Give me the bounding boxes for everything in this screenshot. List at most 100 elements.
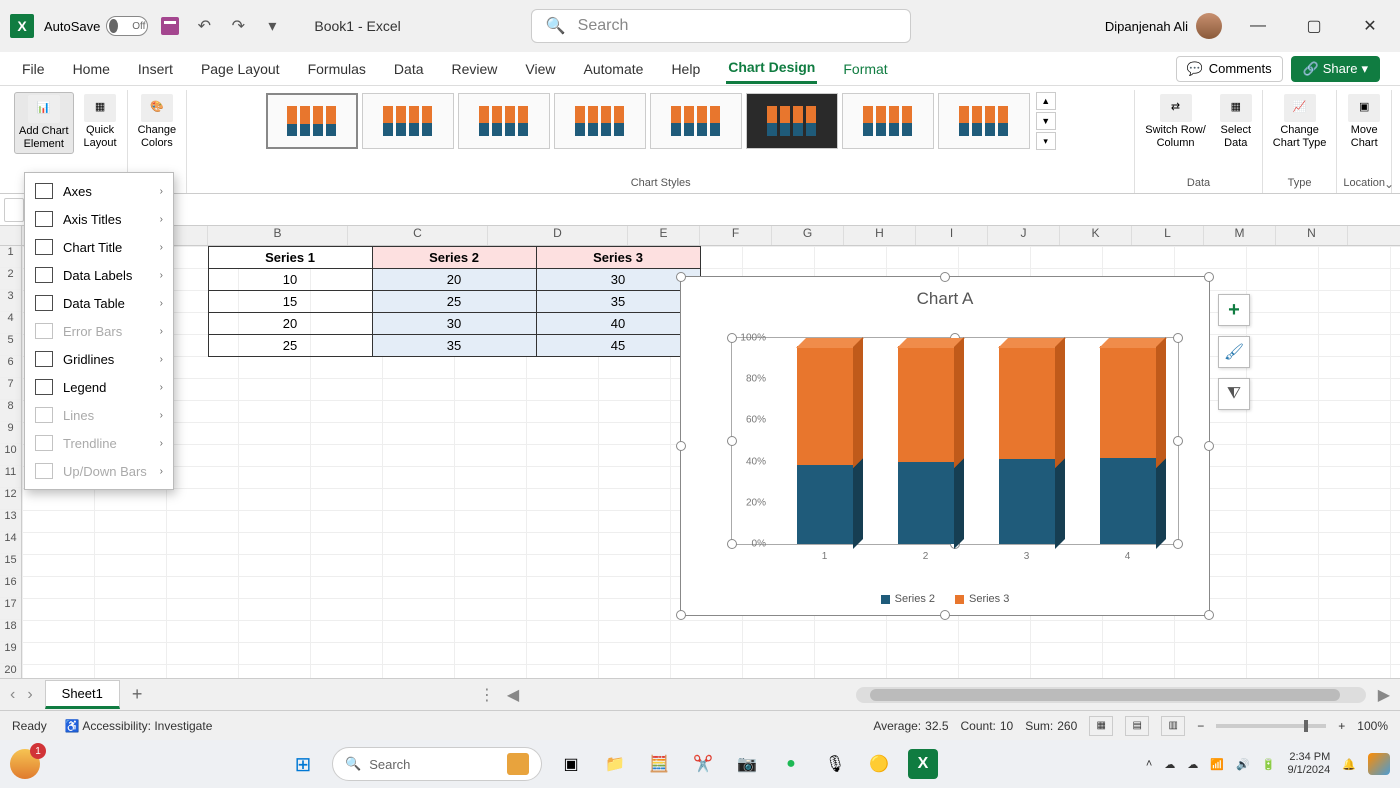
chart-legend[interactable]: Series 2 Series 3 [681,593,1209,605]
gallery-more-button[interactable]: ▾ [1036,132,1056,150]
tab-file[interactable]: File [20,55,47,83]
col-e[interactable]: E [628,226,700,245]
row-14[interactable]: 14 [0,532,21,554]
tab-page-layout[interactable]: Page Layout [199,55,282,83]
file-explorer-button[interactable]: 📁 [600,749,630,779]
sheet-next-button[interactable]: › [27,686,32,704]
bar-1[interactable]: 1 [797,346,853,544]
cell-d2[interactable]: 30 [536,269,700,291]
col-c[interactable]: C [348,226,488,245]
close-button[interactable]: ✕ [1350,11,1390,41]
col-m[interactable]: M [1204,226,1276,245]
tray-weather-icon[interactable]: ☁ [1187,758,1198,771]
row-16[interactable]: 16 [0,576,21,598]
chart-style-8[interactable] [938,93,1030,149]
tray-volume-icon[interactable]: 🔊 [1236,758,1250,771]
calculator-button[interactable]: 🧮 [644,749,674,779]
col-h[interactable]: H [844,226,916,245]
cell-d4[interactable]: 40 [536,313,700,335]
hscroll-left-button[interactable]: ◀ [507,685,519,705]
cell-b3[interactable]: 15 [208,291,372,313]
change-colors-button[interactable]: 🎨 Change Colors [134,92,181,152]
row-11[interactable]: 11 [0,466,21,488]
row-7[interactable]: 7 [0,378,21,400]
chart-elements-button[interactable]: + [1218,294,1250,326]
tab-home[interactable]: Home [71,55,112,83]
qat-customize-button[interactable]: ▾ [260,14,284,38]
hscroll-right-button[interactable]: ▶ [1378,685,1390,705]
handle-e[interactable] [1204,441,1214,451]
snipping-tool-button[interactable]: ✂️ [688,749,718,779]
tray-battery-icon[interactable]: 🔋 [1262,758,1276,771]
tab-insert[interactable]: Insert [136,55,175,83]
cell-b4[interactable]: 20 [208,313,372,335]
horizontal-scrollbar[interactable] [856,687,1366,703]
col-n[interactable]: N [1276,226,1348,245]
select-all-corner[interactable] [0,226,22,245]
toggle-switch[interactable]: Off [106,16,148,36]
taskbar-clock[interactable]: 2:34 PM 9/1/2024 [1287,751,1330,777]
row-18[interactable]: 18 [0,620,21,642]
menu-legend[interactable]: Legend› [25,373,173,401]
tray-chevron-icon[interactable]: ˄ [1146,758,1152,770]
cells-area[interactable]: Series 1 Series 2 Series 3 102030 152535… [22,246,1400,686]
row-9[interactable]: 9 [0,422,21,444]
zoom-in-button[interactable]: + [1338,719,1345,733]
cell-c2[interactable]: 20 [372,269,536,291]
accessibility-button[interactable]: ♿ Accessibility: Investigate [65,719,213,733]
menu-chart-title[interactable]: Chart Title› [25,233,173,261]
header-series1[interactable]: Series 1 [208,247,372,269]
tray-copilot-icon[interactable] [1368,753,1390,775]
chrome-button[interactable]: 🟡 [864,749,894,779]
menu-data-table[interactable]: Data Table› [25,289,173,317]
handle-s[interactable] [940,610,950,620]
save-button[interactable] [158,14,182,38]
col-k[interactable]: K [1060,226,1132,245]
handle-w[interactable] [676,441,686,451]
menu-gridlines[interactable]: Gridlines› [25,345,173,373]
gallery-down-button[interactable]: ▼ [1036,112,1056,130]
tab-review[interactable]: Review [450,55,500,83]
redo-button[interactable]: ↷ [226,14,250,38]
chart-style-6[interactable] [746,93,838,149]
tab-data[interactable]: Data [392,55,426,83]
tab-help[interactable]: Help [669,55,702,83]
worksheet-grid[interactable]: B C D E F G H I J K L M N 1 2 3 4 5 6 7 … [0,226,1400,678]
handle-ne[interactable] [1204,272,1214,282]
handle-nw[interactable] [676,272,686,282]
ribbon-collapse-button[interactable]: ⌄ [1384,177,1394,191]
menu-axes[interactable]: Axes› [25,177,173,205]
cell-b2[interactable]: 10 [208,269,372,291]
sheet-options-icon[interactable]: ⋮ [479,685,495,705]
start-button[interactable]: ⊞ [288,749,318,779]
taskbar-search[interactable]: 🔍Search [332,747,542,781]
cell-b5[interactable]: 25 [208,335,372,357]
row-8[interactable]: 8 [0,400,21,422]
col-g[interactable]: G [772,226,844,245]
tab-view[interactable]: View [523,55,557,83]
comments-button[interactable]: 💬 Comments [1176,56,1283,82]
chart-object[interactable]: Chart A 100% 80% 6 [680,276,1210,616]
quick-layout-button[interactable]: ▦ Quick Layout [80,92,121,152]
row-2[interactable]: 2 [0,268,21,290]
autosave-toggle[interactable]: AutoSave Off [44,16,148,36]
switch-row-column-button[interactable]: ⇄ Switch Row/ Column [1141,92,1210,152]
col-d[interactable]: D [488,226,628,245]
col-f[interactable]: F [700,226,772,245]
menu-axis-titles[interactable]: Axis Titles› [25,205,173,233]
search-input[interactable]: 🔍 Search [531,9,911,43]
row-12[interactable]: 12 [0,488,21,510]
handle-se[interactable] [1204,610,1214,620]
zoom-slider[interactable] [1216,724,1326,728]
col-j[interactable]: J [988,226,1060,245]
bar-2[interactable]: 2 [898,346,954,544]
view-page-break-button[interactable]: ▥ [1161,716,1185,736]
handle-n[interactable] [940,272,950,282]
header-series3[interactable]: Series 3 [536,247,700,269]
tab-chart-design[interactable]: Chart Design [726,53,817,84]
col-b[interactable]: B [208,226,348,245]
chart-style-2[interactable] [362,93,454,149]
tray-notifications-icon[interactable]: 🔔 [1342,758,1356,771]
zoom-out-button[interactable]: − [1197,719,1204,733]
chart-style-7[interactable] [842,93,934,149]
